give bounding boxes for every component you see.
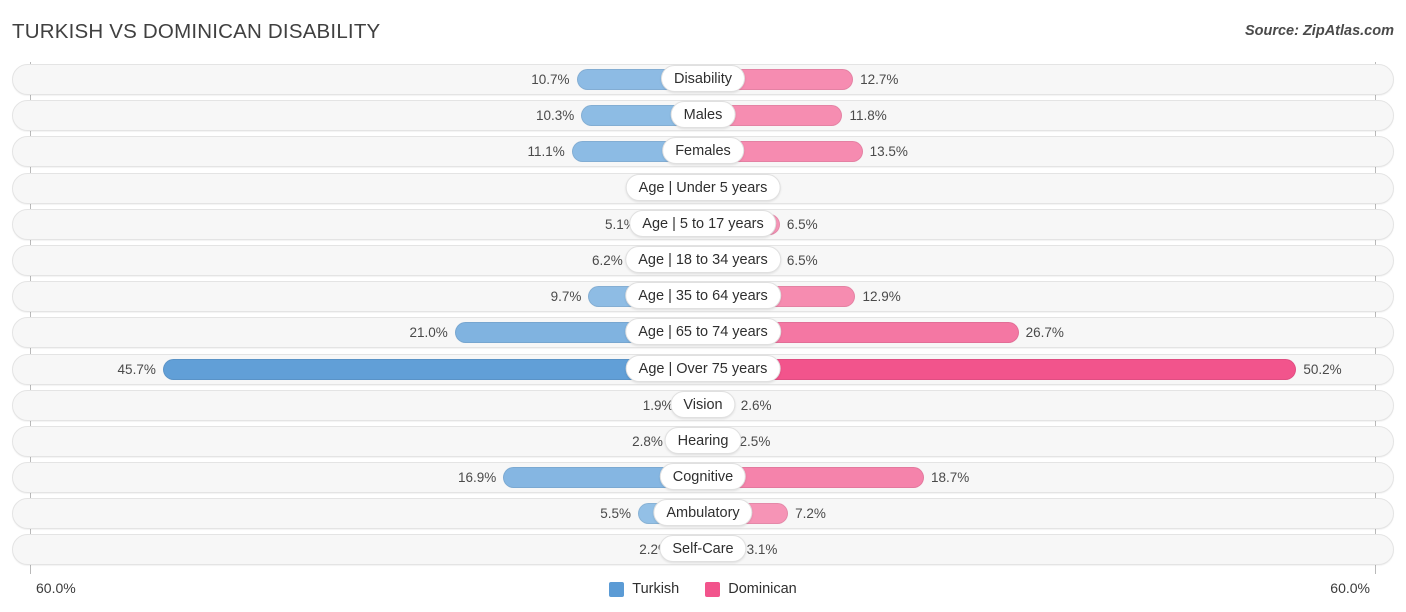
category-label-pill: Age | 18 to 34 years [625,245,781,273]
bar-row: 21.0% 26.7% Age | 65 to 74 years [0,315,1406,351]
value-label-turkish: 1.9% [642,397,674,413]
value-label-dominican: 7.2% [795,506,826,522]
bar-row: 10.7% 12.7% Disability [0,62,1406,98]
bar-row: 9.7% 12.9% Age | 35 to 64 years [0,279,1406,315]
value-label-dominican: 50.2% [1303,361,1342,377]
bar-row: 5.5% 7.2% Ambulatory [0,496,1406,532]
value-label-dominican: 11.8% [849,108,887,124]
page-title: TURKISH VS DOMINICAN DISABILITY [12,20,381,43]
value-label-dominican: 6.5% [786,216,818,232]
category-label-pill: Vision [670,390,736,418]
category-label-pill: Hearing [664,426,742,454]
legend-item[interactable]: Turkish [609,581,679,597]
chart-footer: 60.0% 60.0% Turkish Dominican [0,574,1406,612]
category-label-pill: Disability [660,65,746,92]
value-label-turkish: 10.3% [535,108,575,124]
value-label-dominican: 12.7% [860,72,899,87]
value-label-turkish: 5.5% [600,506,631,522]
category-label-pill: Age | Over 75 years [625,354,781,382]
legend-label: Turkish [632,581,680,597]
bar-row: 1.9% 2.6% Vision [0,388,1406,424]
bar-row: 1.1%1.1%Age | Under 5 years [0,171,1406,207]
bar-row: 16.9% 18.7% Cognitive [0,460,1406,496]
value-label-dominican: 6.5% [786,252,818,268]
category-label-pill: Males [670,101,736,129]
legend-item[interactable]: Dominican [705,581,797,597]
value-label-turkish: 10.7% [531,72,570,87]
bar-row: 11.1% 13.5% Females [0,134,1406,170]
legend-label: Dominican [728,581,797,597]
value-label-dominican: 13.5% [869,144,908,160]
category-label-pill: Cognitive [659,463,747,491]
bar-rows-container: 10.7% 12.7% Disability 10.3% 11.8% Males 11.1%… [0,62,1406,569]
category-label-pill: Age | Under 5 years [625,173,781,201]
value-label-turkish: 11.1% [527,144,565,160]
value-label-turkish: 45.7% [117,361,156,377]
value-label-dominican: 26.7% [1025,325,1064,341]
value-label-turkish: 21.0% [409,325,448,341]
category-label-pill: Ambulatory [653,499,753,527]
category-label-pill: Females [662,137,744,165]
chart-legend: Turkish Dominican [0,581,1406,597]
value-label-dominican: 2.5% [739,433,771,449]
value-label-dominican: 3.1% [746,542,778,558]
chart-plot-area: 10.7% 12.7% Disability 10.3% 11.8% Males 11.1%… [0,62,1406,574]
value-label-dominican: 18.7% [931,470,970,486]
legend-swatch-icon [705,581,721,597]
bar-row: 2.8% 2.5% Hearing [0,424,1406,460]
bar-row: 6.2% 6.5% Age | 18 to 34 years [0,243,1406,279]
bar-turkish [162,358,703,380]
category-label-pill: Age | 5 to 17 years [629,209,777,237]
bar-row: 10.3% 11.8% Males [0,98,1406,134]
value-label-dominican: 2.6% [740,397,772,413]
source-attribution: Source: ZipAtlas.com [1244,23,1394,39]
category-label-pill: Self-Care [659,535,747,563]
value-label-dominican: 12.9% [862,289,901,305]
value-label-turkish: 2.8% [632,433,663,449]
category-label-pill: Age | 35 to 64 years [625,282,781,310]
value-label-turkish: 16.9% [457,470,497,486]
bar-row: 5.1% 6.5% Age | 5 to 17 years [0,207,1406,243]
value-label-turkish: 9.7% [550,289,582,305]
legend-swatch-icon [609,581,625,597]
bar-dominican [703,358,1297,380]
category-label-pill: Age | 65 to 74 years [625,318,781,346]
bar-row: 45.7% 50.2% Age | Over 75 years [0,352,1406,388]
chart-header: TURKISH VS DOMINICAN DISABILITY Source: … [0,0,1406,62]
bar-row: 2.2% 3.1% Self-Care [0,532,1406,568]
value-label-turkish: 6.2% [591,252,623,268]
